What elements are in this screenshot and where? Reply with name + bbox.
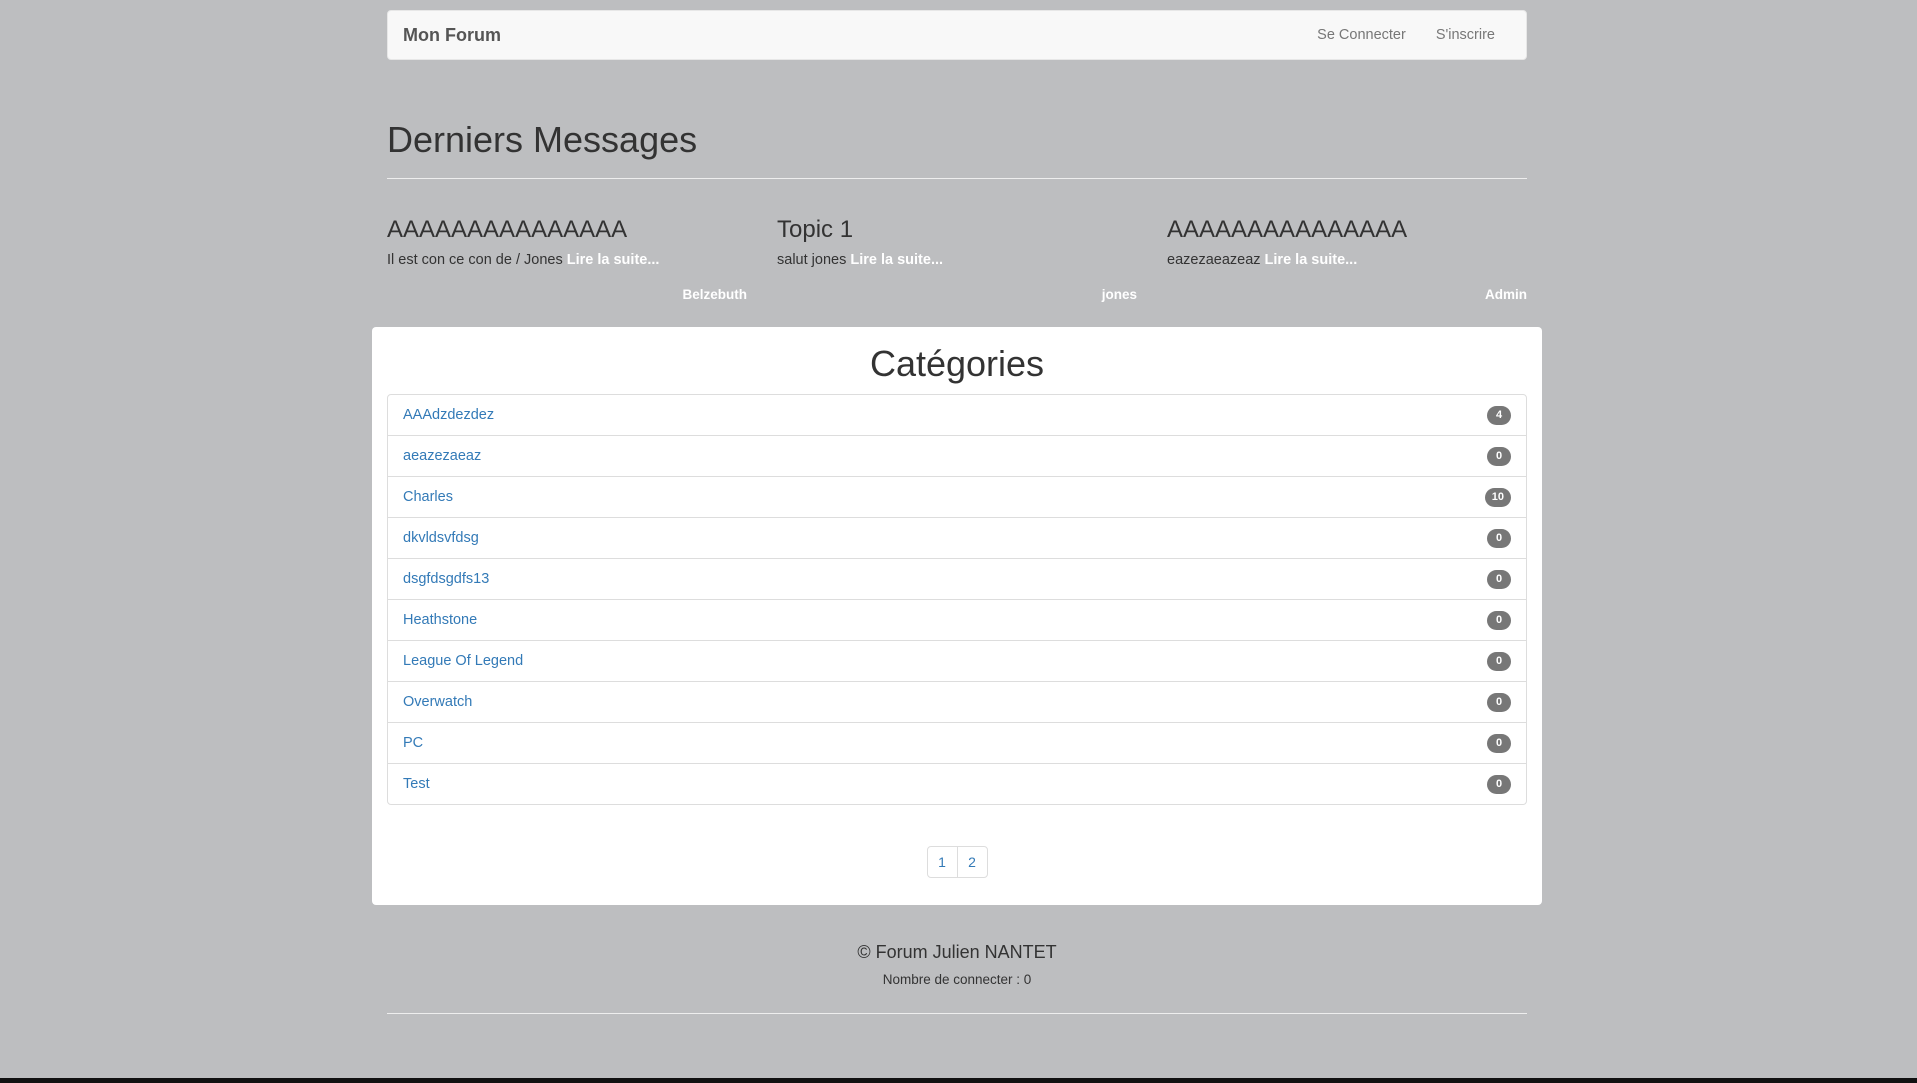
navbar: Mon Forum Se Connecter S'inscrire bbox=[387, 10, 1527, 60]
topic-count-badge: 0 bbox=[1487, 774, 1511, 794]
category-link[interactable]: dsgfdsgdfs13 bbox=[403, 571, 489, 587]
category-link[interactable]: AAAdzdezdez bbox=[403, 407, 494, 423]
window-bottom-edge bbox=[0, 1078, 1917, 1083]
message-excerpt: salut jones Lire la suite... bbox=[777, 252, 1137, 268]
topic-count-badge: 0 bbox=[1487, 446, 1511, 466]
category-link[interactable]: dkvldsvfdsg bbox=[403, 530, 479, 546]
message-excerpt: eazezaeazeaz Lire la suite... bbox=[1167, 252, 1527, 268]
topic-count-badge: 0 bbox=[1487, 733, 1511, 753]
topic-count-badge: 0 bbox=[1487, 610, 1511, 630]
message-author: Belzebuth bbox=[682, 287, 747, 302]
page-header: Derniers Messages bbox=[387, 118, 1527, 179]
topic-count-badge: 0 bbox=[1487, 569, 1511, 589]
page-1-button[interactable]: 1 bbox=[926, 846, 958, 878]
topic-count-badge: 4 bbox=[1487, 405, 1511, 425]
category-link[interactable]: aeazezaeaz bbox=[403, 448, 481, 464]
message-card: AAAAAAAAAAAAAAA Il est con ce con de / J… bbox=[387, 215, 747, 305]
read-more-link[interactable]: Lire la suite... bbox=[567, 252, 660, 268]
category-item: Charles 10 bbox=[388, 477, 1526, 518]
category-link[interactable]: League Of Legend bbox=[403, 653, 523, 669]
category-item: Heathstone 0 bbox=[388, 600, 1526, 641]
brand-link[interactable]: Mon Forum bbox=[388, 25, 501, 46]
message-excerpt-text: eazezaeazeaz bbox=[1167, 252, 1261, 268]
message-author: Admin bbox=[1485, 287, 1527, 302]
category-item: aeazezaeaz 0 bbox=[388, 436, 1526, 477]
footer-copyright: © Forum Julien NANTET bbox=[857, 942, 1057, 962]
message-author: jones bbox=[1101, 287, 1137, 302]
message-card: AAAAAAAAAAAAAAA eazezaeazeaz Lire la sui… bbox=[1167, 215, 1527, 305]
category-item: Overwatch 0 bbox=[388, 682, 1526, 723]
category-list: AAAdzdezdez 4 aeazezaeaz 0 Charles 10 dk… bbox=[387, 394, 1527, 805]
category-item: Test 0 bbox=[388, 764, 1526, 804]
pagination: 1 2 bbox=[372, 846, 1542, 878]
category-item: League Of Legend 0 bbox=[388, 641, 1526, 682]
page-2-button[interactable]: 2 bbox=[956, 846, 988, 878]
nav-links: Se Connecter S'inscrire bbox=[1302, 27, 1526, 43]
page-title: Derniers Messages bbox=[387, 119, 698, 160]
message-excerpt-text: salut jones bbox=[777, 252, 847, 268]
read-more-link[interactable]: Lire la suite... bbox=[850, 252, 943, 268]
read-more-link[interactable]: Lire la suite... bbox=[1265, 252, 1358, 268]
message-title: AAAAAAAAAAAAAAA bbox=[1167, 216, 1408, 243]
categories-panel: Catégories AAAdzdezdez 4 aeazezaeaz 0 Ch… bbox=[372, 327, 1542, 905]
message-excerpt: Il est con ce con de / Jones Lire la sui… bbox=[387, 252, 747, 268]
category-item: dkvldsvfdsg 0 bbox=[388, 518, 1526, 559]
category-link[interactable]: PC bbox=[403, 735, 423, 751]
topic-count-badge: 10 bbox=[1484, 487, 1511, 507]
register-link[interactable]: S'inscrire bbox=[1421, 27, 1510, 43]
footer: © Forum Julien NANTET Nombre de connecte… bbox=[387, 940, 1527, 1014]
message-title: Topic 1 bbox=[777, 216, 854, 243]
category-link[interactable]: Charles bbox=[403, 489, 453, 505]
topic-count-badge: 0 bbox=[1487, 651, 1511, 671]
category-link[interactable]: Test bbox=[403, 776, 430, 792]
category-item: dsgfdsgdfs13 0 bbox=[388, 559, 1526, 600]
topic-count-badge: 0 bbox=[1487, 692, 1511, 712]
message-excerpt-text: Il est con ce con de / Jones bbox=[387, 252, 563, 268]
topic-count-badge: 0 bbox=[1487, 528, 1511, 548]
category-item: AAAdzdezdez 4 bbox=[388, 395, 1526, 436]
latest-messages: AAAAAAAAAAAAAAA Il est con ce con de / J… bbox=[387, 215, 1527, 305]
online-count: Nombre de connecter : 0 bbox=[882, 972, 1032, 987]
login-link[interactable]: Se Connecter bbox=[1302, 27, 1421, 43]
message-title: AAAAAAAAAAAAAAA bbox=[387, 216, 628, 243]
category-link[interactable]: Overwatch bbox=[403, 694, 472, 710]
categories-title: Catégories bbox=[869, 343, 1045, 384]
message-card: Topic 1 salut jones Lire la suite... jon… bbox=[777, 215, 1137, 305]
category-link[interactable]: Heathstone bbox=[403, 612, 477, 628]
category-item: PC 0 bbox=[388, 723, 1526, 764]
